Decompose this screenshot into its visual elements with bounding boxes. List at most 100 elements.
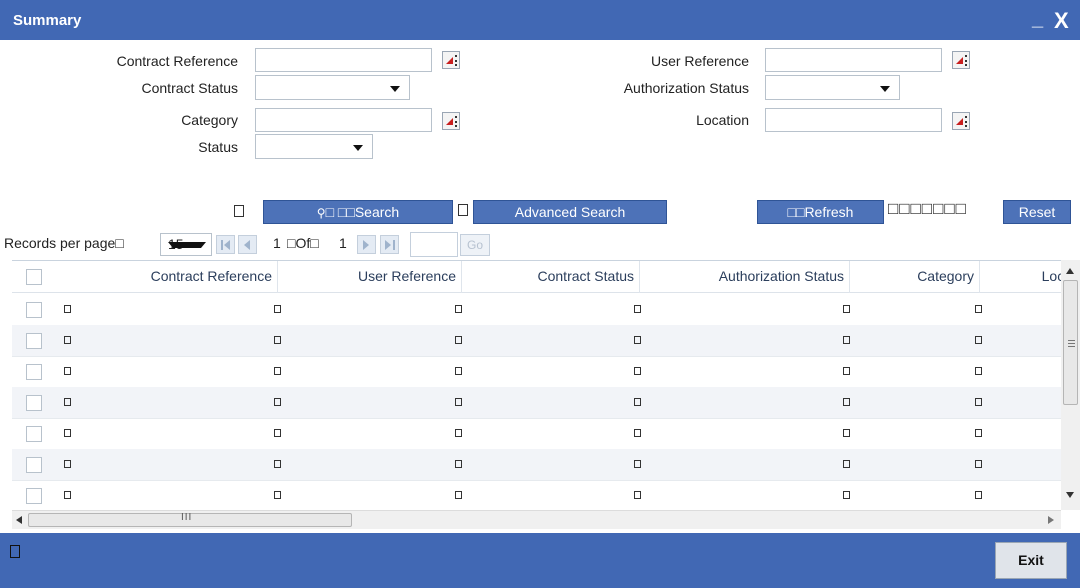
row-checkbox[interactable] bbox=[26, 333, 42, 349]
category-input[interactable] bbox=[255, 108, 432, 132]
placeholder-glyph bbox=[10, 545, 20, 558]
column-header-contract-reference[interactable]: Contract Reference bbox=[56, 261, 278, 293]
empty-cell-glyph bbox=[975, 336, 982, 344]
empty-cell-glyph bbox=[843, 305, 850, 313]
first-page-icon bbox=[224, 240, 230, 250]
placeholder-glyphs: □□□□□□□ bbox=[888, 199, 967, 218]
row-checkbox[interactable] bbox=[26, 302, 42, 318]
empty-cell-glyph bbox=[274, 305, 281, 313]
records-per-page-select[interactable]: 15 bbox=[160, 233, 212, 256]
column-header-contract-status[interactable]: Contract Status bbox=[462, 261, 640, 293]
table-row[interactable] bbox=[12, 325, 1072, 357]
empty-cell-glyph bbox=[843, 429, 850, 437]
empty-cell-glyph bbox=[274, 336, 281, 344]
empty-cell-glyph bbox=[843, 491, 850, 499]
vertical-scrollbar[interactable] bbox=[1061, 260, 1080, 510]
row-checkbox[interactable] bbox=[26, 488, 42, 504]
search-icon: ⚲ bbox=[316, 206, 326, 220]
table-row[interactable] bbox=[12, 418, 1072, 450]
previous-page-button[interactable] bbox=[238, 235, 257, 254]
category-label: Category bbox=[181, 112, 238, 128]
minimize-button[interactable]: _ bbox=[1032, 8, 1043, 31]
vertical-scroll-thumb[interactable] bbox=[1063, 280, 1078, 405]
empty-cell-glyph bbox=[634, 491, 641, 499]
user-reference-lov-icon[interactable] bbox=[952, 51, 970, 69]
user-reference-label: User Reference bbox=[650, 53, 749, 69]
table-header: Contract Reference User Reference Contra… bbox=[12, 261, 1072, 293]
user-reference-input[interactable] bbox=[765, 48, 942, 72]
column-header-category[interactable]: Category bbox=[850, 261, 980, 293]
page-number-input[interactable] bbox=[410, 232, 458, 257]
contract-reference-lov-icon[interactable] bbox=[442, 51, 460, 69]
scroll-right-icon[interactable] bbox=[1048, 516, 1054, 524]
scroll-left-icon[interactable] bbox=[16, 516, 22, 524]
empty-cell-glyph bbox=[64, 460, 71, 468]
table-row[interactable] bbox=[12, 480, 1072, 510]
empty-cell-glyph bbox=[975, 460, 982, 468]
empty-cell-glyph bbox=[274, 460, 281, 468]
table-row[interactable] bbox=[12, 356, 1072, 388]
empty-cell-glyph bbox=[975, 491, 982, 499]
refresh-button[interactable]: □□Refresh bbox=[757, 200, 884, 224]
first-page-button[interactable] bbox=[216, 235, 235, 254]
contract-status-select[interactable] bbox=[255, 75, 410, 100]
authorization-status-select[interactable] bbox=[765, 75, 900, 100]
scroll-up-icon[interactable] bbox=[1066, 268, 1074, 274]
exit-button[interactable]: Exit bbox=[995, 542, 1067, 579]
empty-cell-glyph bbox=[634, 305, 641, 313]
horizontal-scroll-thumb[interactable]: III bbox=[28, 512, 352, 527]
empty-cell-glyph bbox=[274, 398, 281, 406]
empty-cell-glyph bbox=[843, 367, 850, 375]
empty-cell-glyph bbox=[455, 367, 462, 375]
chevron-down-icon bbox=[880, 86, 890, 92]
empty-cell-glyph bbox=[455, 491, 462, 499]
next-page-button[interactable] bbox=[357, 235, 376, 254]
column-header-authorization-status[interactable]: Authorization Status bbox=[640, 261, 850, 293]
table-row[interactable] bbox=[12, 294, 1072, 326]
empty-cell-glyph bbox=[843, 460, 850, 468]
location-input[interactable] bbox=[765, 108, 942, 132]
empty-cell-glyph bbox=[843, 336, 850, 344]
empty-cell-glyph bbox=[975, 305, 982, 313]
location-lov-icon[interactable] bbox=[952, 112, 970, 130]
column-header-location[interactable]: Loca bbox=[980, 261, 1072, 293]
row-checkbox[interactable] bbox=[26, 426, 42, 442]
empty-cell-glyph bbox=[274, 367, 281, 375]
empty-cell-glyph bbox=[634, 429, 641, 437]
reset-button[interactable]: Reset bbox=[1003, 200, 1071, 224]
current-page: 1 bbox=[273, 235, 281, 251]
of-label: □Of□ bbox=[287, 235, 319, 251]
row-checkbox[interactable] bbox=[26, 457, 42, 473]
select-all-checkbox[interactable] bbox=[26, 269, 42, 285]
empty-cell-glyph bbox=[975, 398, 982, 406]
contract-reference-input[interactable] bbox=[255, 48, 432, 72]
go-button[interactable]: Go bbox=[460, 234, 490, 256]
empty-cell-glyph bbox=[64, 491, 71, 499]
row-checkbox[interactable] bbox=[26, 395, 42, 411]
horizontal-scrollbar[interactable]: III bbox=[12, 510, 1061, 529]
location-label: Location bbox=[696, 112, 749, 128]
category-lov-icon[interactable] bbox=[442, 112, 460, 130]
chevron-down-icon bbox=[353, 145, 363, 151]
empty-cell-glyph bbox=[634, 460, 641, 468]
advanced-search-button[interactable]: Advanced Search bbox=[473, 200, 667, 224]
chevron-down-icon bbox=[168, 242, 206, 248]
window-title: Summary bbox=[13, 12, 82, 29]
contract-status-label: Contract Status bbox=[141, 80, 239, 96]
empty-cell-glyph bbox=[455, 398, 462, 406]
table-row[interactable] bbox=[12, 387, 1072, 419]
column-header-user-reference[interactable]: User Reference bbox=[278, 261, 462, 293]
records-per-page-label: Records per page□ bbox=[4, 235, 124, 251]
empty-cell-glyph bbox=[843, 398, 850, 406]
summary-table: Contract Reference User Reference Contra… bbox=[12, 260, 1080, 510]
search-button[interactable]: ⚲□ □□Search bbox=[263, 200, 453, 224]
scroll-down-icon[interactable] bbox=[1066, 492, 1074, 498]
status-select[interactable] bbox=[255, 134, 373, 159]
close-button[interactable]: X bbox=[1054, 8, 1069, 34]
last-page-button[interactable] bbox=[380, 235, 399, 254]
row-checkbox[interactable] bbox=[26, 364, 42, 380]
table-row[interactable] bbox=[12, 449, 1072, 481]
previous-page-icon bbox=[244, 240, 250, 250]
empty-cell-glyph bbox=[634, 398, 641, 406]
empty-cell-glyph bbox=[274, 429, 281, 437]
